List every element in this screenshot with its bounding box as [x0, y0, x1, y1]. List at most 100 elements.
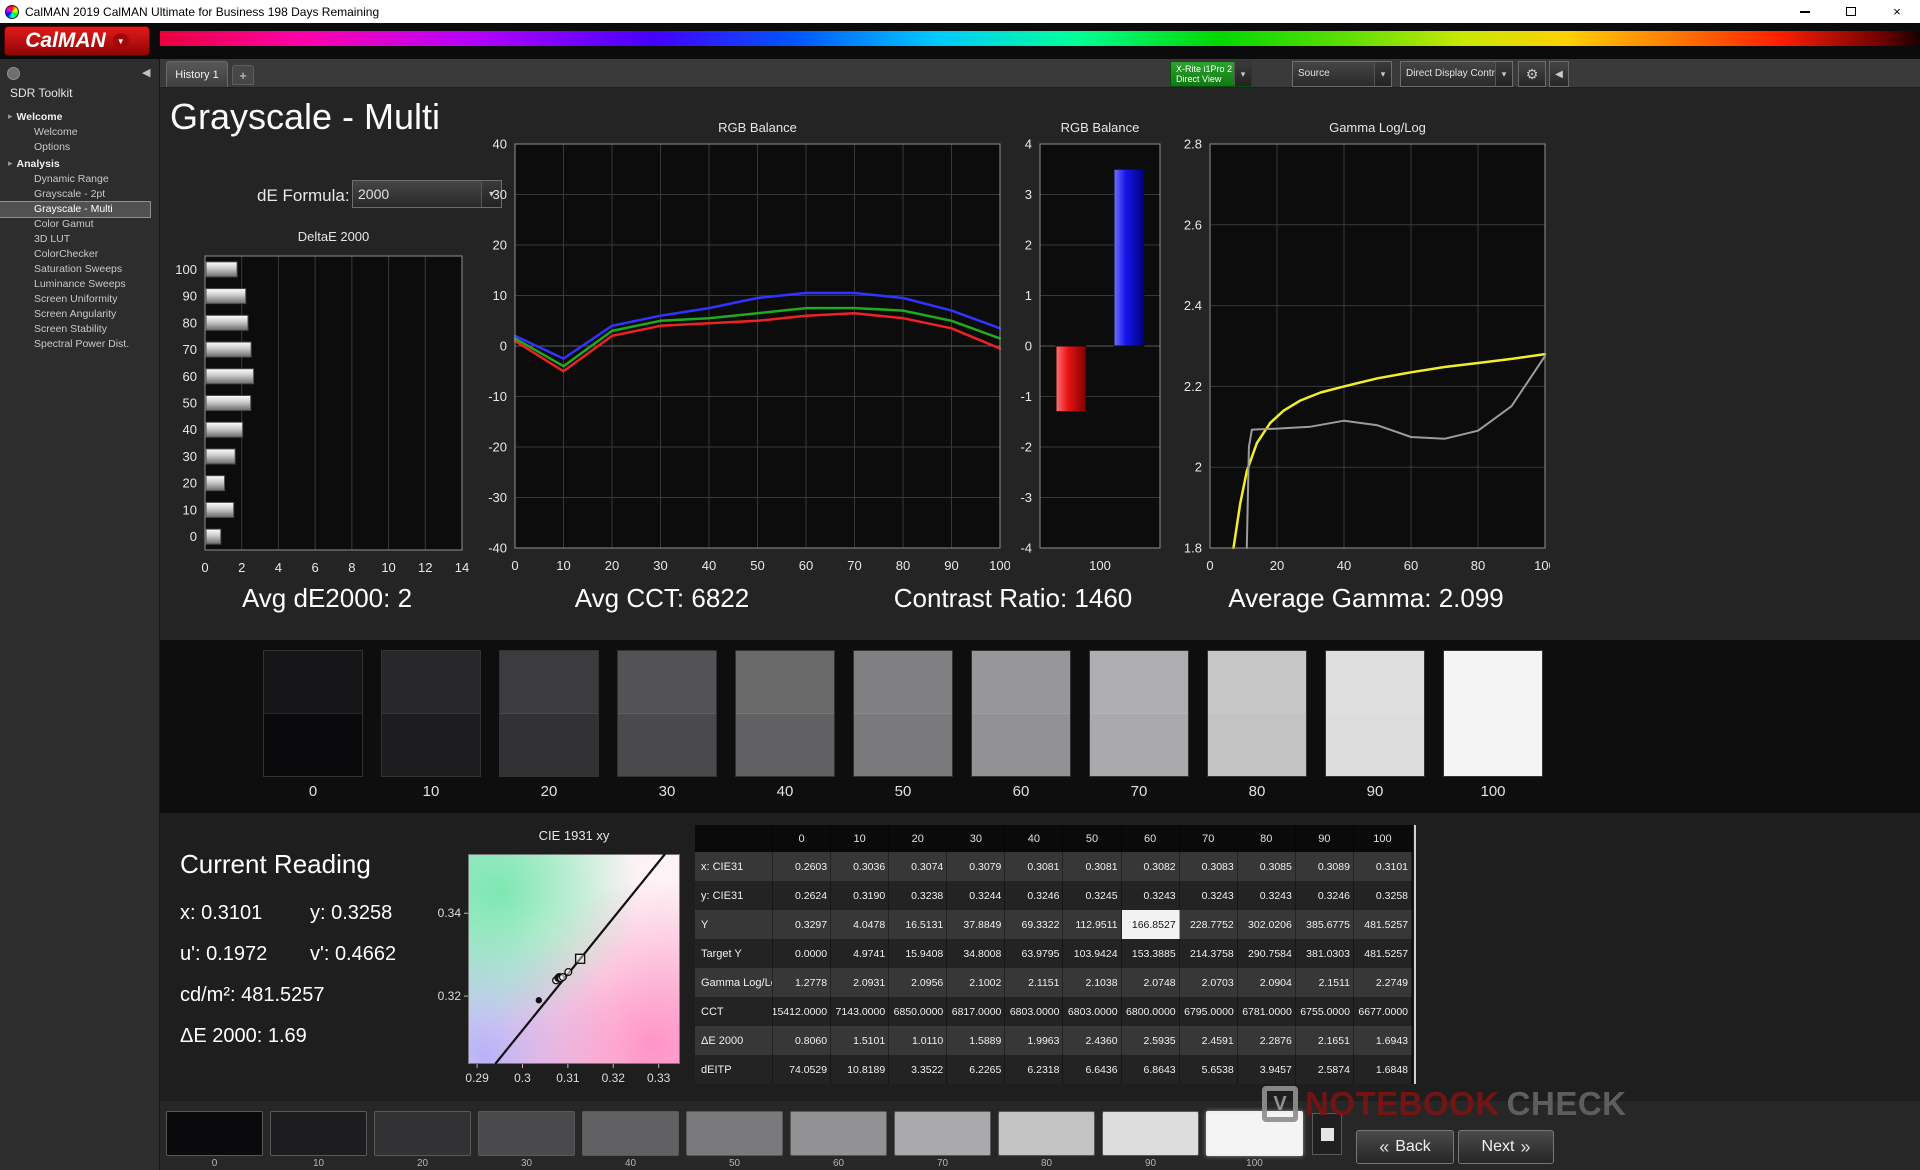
pattern-button-80[interactable] [998, 1111, 1095, 1156]
pattern-button-40[interactable] [582, 1111, 679, 1156]
svg-text:2: 2 [1025, 238, 1032, 253]
sidebar-section-analysis[interactable]: ▸Analysis [0, 155, 160, 172]
minimize-button[interactable] [1782, 0, 1828, 23]
svg-text:0: 0 [190, 529, 197, 544]
sidebar-item-colorchecker[interactable]: ColorChecker [0, 247, 160, 262]
svg-text:2: 2 [1195, 460, 1202, 475]
sidebar-item-saturation-sweeps[interactable]: Saturation Sweeps [0, 262, 160, 277]
spectrum-strip [160, 31, 1920, 46]
grayscale-swatch-80: 80 [1207, 650, 1307, 800]
sidebar-item-color-gamut[interactable]: Color Gamut [0, 217, 160, 232]
table-cell: 2.1151 [1005, 968, 1063, 997]
table-cell: 7143.0000 [831, 997, 889, 1026]
back-chevron-icon: « [1379, 1137, 1389, 1158]
table-cell: 2.4360 [1063, 1026, 1121, 1055]
table-row-label-y-cie31: y: CIE31 [695, 881, 773, 910]
tab-history-1[interactable]: History 1 [166, 61, 228, 87]
swatch-color-80 [1207, 650, 1307, 777]
table-cell: 69.3322 [1005, 910, 1063, 939]
collapse-panel-button[interactable]: ◀ [1549, 61, 1569, 87]
pattern-button-50[interactable] [686, 1111, 783, 1156]
actual-half-overlay [1208, 651, 1306, 714]
calman-logo-button[interactable]: CalMAN ▼ [4, 26, 150, 56]
add-tab-button[interactable]: + [232, 65, 254, 85]
svg-text:0.3: 0.3 [514, 1071, 531, 1085]
pattern-button-0[interactable] [166, 1111, 263, 1156]
table-cell: 6817.0000 [947, 997, 1005, 1026]
source-dropdown[interactable]: Source ▾ [1292, 61, 1392, 87]
sidebar-pin-button[interactable] [7, 67, 20, 80]
settings-button[interactable]: ⚙ [1518, 61, 1546, 87]
pattern-button-20[interactable] [374, 1111, 471, 1156]
table-cell: 2.5935 [1122, 1026, 1180, 1055]
sidebar-item-3d-lut[interactable]: 3D LUT [0, 232, 160, 247]
pattern-level-label: 30 [521, 1158, 532, 1169]
back-button[interactable]: « Back [1356, 1130, 1454, 1164]
sidebar-section-welcome[interactable]: ▸Welcome [0, 108, 160, 125]
tab-history-label: History 1 [175, 69, 218, 81]
pattern-cell-70: 70 [894, 1111, 991, 1169]
table-cell: 228.7752 [1180, 910, 1238, 939]
pattern-button-30[interactable] [478, 1111, 575, 1156]
source-label: Source [1293, 62, 1374, 86]
sidebar-collapse-icon[interactable]: ◀ [142, 66, 150, 79]
svg-text:4: 4 [275, 560, 282, 575]
current-reading-pair: ΔE 2000: 1.69 [180, 1025, 310, 1048]
sidebar-item-luminance-sweeps[interactable]: Luminance Sweeps [0, 277, 160, 292]
pattern-cell-30: 30 [478, 1111, 575, 1169]
chart-rgb-bars: 43210-1-2-3-4100 [1005, 136, 1170, 582]
deltae-bar-90 [206, 289, 246, 304]
current-reading-pair: v': 0.4662 [310, 943, 396, 966]
svg-text:2.4: 2.4 [1184, 298, 1202, 313]
next-chevron-icon: » [1520, 1137, 1530, 1158]
back-label: Back [1395, 1138, 1431, 1156]
maximize-button[interactable] [1828, 0, 1874, 23]
deltae-bar-80 [206, 315, 248, 330]
sidebar-item-dynamic-range[interactable]: Dynamic Range [0, 172, 160, 187]
table-cell: 10.8189 [831, 1055, 889, 1084]
sidebar-item-screen-stability[interactable]: Screen Stability [0, 322, 160, 337]
de-formula-label: dE Formula: [257, 186, 350, 206]
display-control-dropdown[interactable]: Direct Display Control ▾ [1400, 61, 1513, 87]
table-cell: 112.9511 [1063, 910, 1121, 939]
table-cell: 0.3082 [1122, 852, 1180, 881]
pattern-button-70[interactable] [894, 1111, 991, 1156]
sidebar-item-grayscale-multi[interactable]: Grayscale - Multi [0, 202, 150, 217]
pattern-level-label: 90 [1145, 1158, 1156, 1169]
sidebar-item-options[interactable]: Options [0, 140, 160, 155]
reading-label: cd/m²: [180, 984, 241, 1006]
table-cell: 2.0931 [831, 968, 889, 997]
svg-text:3: 3 [1025, 187, 1032, 202]
sidebar-item-welcome[interactable]: Welcome [0, 125, 160, 140]
svg-text:2.2: 2.2 [1184, 379, 1202, 394]
table-scrollbar[interactable] [1414, 825, 1416, 1084]
table-cell: 381.0303 [1296, 939, 1354, 968]
next-button[interactable]: Next » [1458, 1130, 1554, 1164]
table-col-header-60: 60 [1122, 825, 1180, 852]
close-button[interactable]: × [1874, 0, 1920, 23]
pattern-button-60[interactable] [790, 1111, 887, 1156]
chart-rgb-lines: 0102030405060708090100403020100-10-20-30… [475, 136, 1010, 582]
stat-contrast-ratio: Contrast Ratio: 1460 [853, 583, 1173, 614]
pattern-button-10[interactable] [270, 1111, 367, 1156]
measured-point [565, 969, 572, 976]
pattern-button-90[interactable] [1102, 1111, 1199, 1156]
sidebar-item-screen-uniformity[interactable]: Screen Uniformity [0, 292, 160, 307]
svg-text:0.31: 0.31 [556, 1071, 580, 1085]
svg-text:0.29: 0.29 [465, 1071, 489, 1085]
table-cell: 6800.0000 [1122, 997, 1180, 1026]
table-cell: 15412.0000 [773, 997, 831, 1026]
swatch-level-label: 100 [1480, 783, 1505, 800]
sidebar-item-grayscale-2pt[interactable]: Grayscale - 2pt [0, 187, 160, 202]
de-formula-value: 2000 [353, 181, 481, 207]
window-controls: × [1782, 0, 1920, 23]
table-cell: 5.6538 [1180, 1055, 1238, 1084]
sidebar-item-spectral-power-dist[interactable]: Spectral Power Dist. [0, 337, 160, 352]
watermark-notebook-text: NOTEBOOK [1305, 1085, 1500, 1123]
table-cell: 6795.0000 [1180, 997, 1238, 1026]
sidebar-item-screen-angularity[interactable]: Screen Angularity [0, 307, 160, 322]
table-cell: 1.5889 [947, 1026, 1005, 1055]
table-cell: 0.3085 [1238, 852, 1296, 881]
swatch-color-40 [735, 650, 835, 777]
meter-dropdown[interactable]: X-Rite i1Pro 2 Direct View ▾ [1170, 61, 1252, 87]
